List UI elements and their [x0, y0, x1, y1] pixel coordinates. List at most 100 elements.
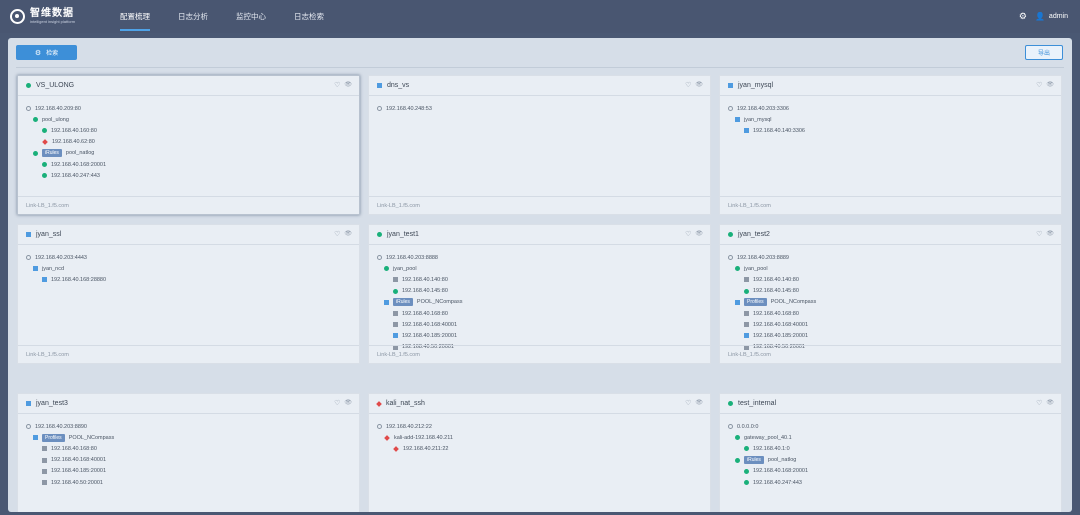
node-label: 0.0.0.0:0 — [737, 423, 759, 430]
divider — [16, 67, 1064, 68]
vs-card[interactable]: dns_vs ♡ 👁 192.168.40.248:53 Link-LB_1.f5.co… — [368, 75, 711, 215]
vs-card[interactable]: kali_nat_ssh ♡ 👁 192.168.40.212:22 kali-add-… — [368, 393, 711, 512]
node-label: 192.168.40.160:80 — [51, 127, 97, 134]
user-icon[interactable]: 👤 — [1035, 12, 1045, 21]
content-panel: ⚙ 检索 导出 VS_ULONG ♡ 👁 192.168.40.209:80 pool_… — [8, 38, 1072, 512]
favorite-icon[interactable]: ♡ — [685, 399, 691, 407]
card-header: kali_nat_ssh ♡ 👁 — [369, 394, 710, 414]
favorite-icon[interactable]: ♡ — [334, 230, 340, 238]
favorite-icon[interactable]: ♡ — [334, 399, 340, 407]
nav-log-analysis[interactable]: 日志分析 — [178, 0, 208, 33]
favorite-icon[interactable]: ♡ — [334, 81, 340, 89]
card-title[interactable]: kali_nat_ssh — [386, 400, 425, 407]
card-title[interactable]: jyan_mysql — [738, 82, 773, 89]
card-title[interactable]: jyan_test2 — [738, 231, 770, 238]
node-label: 192.168.40.185:20001 — [402, 332, 458, 339]
logo-subtitle: intelligent insight platform — [30, 19, 76, 24]
status-up-icon — [42, 162, 47, 168]
card-title[interactable]: dns_vs — [387, 82, 409, 89]
vs-card[interactable]: jyan_mysql ♡ 👁 192.168.40.203:3306 jyan_mysq… — [719, 75, 1062, 215]
status-icon — [26, 401, 31, 406]
vs-card[interactable]: VS_ULONG ♡ 👁 192.168.40.209:80 pool_ulong 192… — [17, 75, 360, 215]
status-up-icon — [33, 117, 38, 123]
tree-node: jyan_pool — [728, 263, 1053, 274]
node-label: 192.168.40.168:80 — [402, 310, 448, 317]
rule-tag: iRules — [42, 149, 62, 158]
card-header: VS_ULONG ♡ 👁 — [18, 76, 359, 96]
vs-card[interactable]: test_internal ♡ 👁 0.0.0.0:0 gateway_pool_40.… — [719, 393, 1062, 512]
tree-node: 192.168.40.140:3306 — [728, 125, 1053, 136]
view-icon[interactable]: 👁 — [1046, 399, 1054, 407]
favorite-icon[interactable]: ♡ — [1036, 81, 1042, 89]
status-disabled-icon — [393, 311, 398, 317]
vs-card[interactable]: jyan_test3 ♡ 👁 192.168.40.203:8890 Profiles P… — [17, 393, 360, 512]
vs-card[interactable]: jyan_ssl ♡ 👁 192.168.40.203:4443 jyan_ncd 192… — [17, 224, 360, 364]
logo-name: 智维数据 — [30, 8, 74, 19]
node-label: 192.168.40.50:20001 — [51, 479, 103, 486]
status-up-icon — [393, 288, 398, 294]
tree-node: 192.168.40.185:20001 — [728, 330, 1053, 341]
tree-node: 192.168.40.168:40001 — [26, 455, 351, 466]
view-icon[interactable]: 👁 — [695, 81, 703, 89]
user-area: ⚙ 👤 admin — [1019, 0, 1068, 33]
status-unknown-icon — [393, 333, 398, 339]
tree-node: 192.168.40.145:80 — [728, 286, 1053, 297]
view-icon[interactable]: 👁 — [344, 399, 352, 407]
tree-node: iRules POOL_NCompass — [377, 297, 702, 308]
status-down-icon — [393, 446, 399, 452]
node-label: 192.168.40.168:40001 — [51, 457, 107, 464]
view-icon[interactable]: 👁 — [344, 81, 352, 89]
favorite-icon[interactable]: ♡ — [1036, 399, 1042, 407]
card-title[interactable]: jyan_test1 — [387, 231, 419, 238]
tree-node: kali-add-192.168.40.211 — [377, 432, 702, 443]
status-down-icon — [384, 434, 390, 441]
search-button[interactable]: ⚙ 检索 — [16, 45, 77, 60]
tree-node: Profiles POOL_NCompass — [26, 432, 351, 443]
nav-log-search[interactable]: 日志检索 — [294, 0, 324, 33]
card-footer: Link-LB_1.f5.com — [18, 345, 359, 363]
card-title[interactable]: jyan_ssl — [36, 231, 61, 238]
status-up-icon — [42, 128, 47, 134]
nav-monitor[interactable]: 监控中心 — [236, 0, 266, 33]
node-label: 192.168.40.247:443 — [51, 172, 100, 179]
tree-node: jyan_pool — [377, 263, 702, 274]
favorite-icon[interactable]: ♡ — [685, 81, 691, 89]
status-icon — [728, 83, 733, 88]
view-icon[interactable]: 👁 — [695, 230, 703, 238]
status-disabled-icon — [744, 311, 749, 317]
card-title[interactable]: VS_ULONG — [36, 82, 74, 89]
status-icon — [26, 232, 31, 237]
status-icon — [728, 232, 733, 237]
tree-node: 192.168.40.247:443 — [728, 477, 1053, 488]
view-icon[interactable]: 👁 — [1046, 230, 1054, 238]
tree-node: 0.0.0.0:0 — [728, 421, 1053, 432]
vs-card[interactable]: jyan_test1 ♡ 👁 192.168.40.203:8888 jyan_pool… — [368, 224, 711, 364]
logo[interactable]: 智维数据 intelligent insight platform — [10, 9, 106, 24]
nav-config[interactable]: 配置梳理 — [120, 0, 150, 33]
export-button[interactable]: 导出 — [1025, 45, 1063, 60]
gear-icon[interactable]: ⚙ — [1019, 11, 1027, 22]
card-title[interactable]: jyan_test3 — [36, 400, 68, 407]
node-label: POOL_NCompass — [68, 434, 115, 441]
view-icon[interactable]: 👁 — [695, 399, 703, 407]
status-disabled-icon — [393, 277, 398, 283]
node-label: 192.168.40.145:80 — [753, 288, 799, 295]
username[interactable]: admin — [1049, 13, 1068, 20]
gear-icon: ⚙ — [34, 49, 42, 57]
status-unknown-icon — [744, 333, 749, 339]
node-label: pool_natlog — [65, 150, 95, 157]
node-label: 192.168.40.140:3306 — [753, 127, 805, 134]
node-label: 192.168.40.185:20001 — [753, 332, 809, 339]
tree-node: pool_ulong — [26, 114, 351, 125]
node-label: 192.168.40.140:80 — [402, 276, 448, 283]
virtual-server-icon — [728, 424, 733, 430]
node-label: jyan_ncd — [42, 265, 65, 272]
view-icon[interactable]: 👁 — [344, 230, 352, 238]
favorite-icon[interactable]: ♡ — [685, 230, 691, 238]
favorite-icon[interactable]: ♡ — [1036, 230, 1042, 238]
vs-card[interactable]: jyan_test2 ♡ 👁 192.168.40.203:8889 jyan_pool… — [719, 224, 1062, 364]
view-icon[interactable]: 👁 — [1046, 81, 1054, 89]
status-unknown-icon — [744, 128, 749, 134]
status-disabled-icon — [42, 480, 47, 486]
card-title[interactable]: test_internal — [738, 400, 776, 407]
